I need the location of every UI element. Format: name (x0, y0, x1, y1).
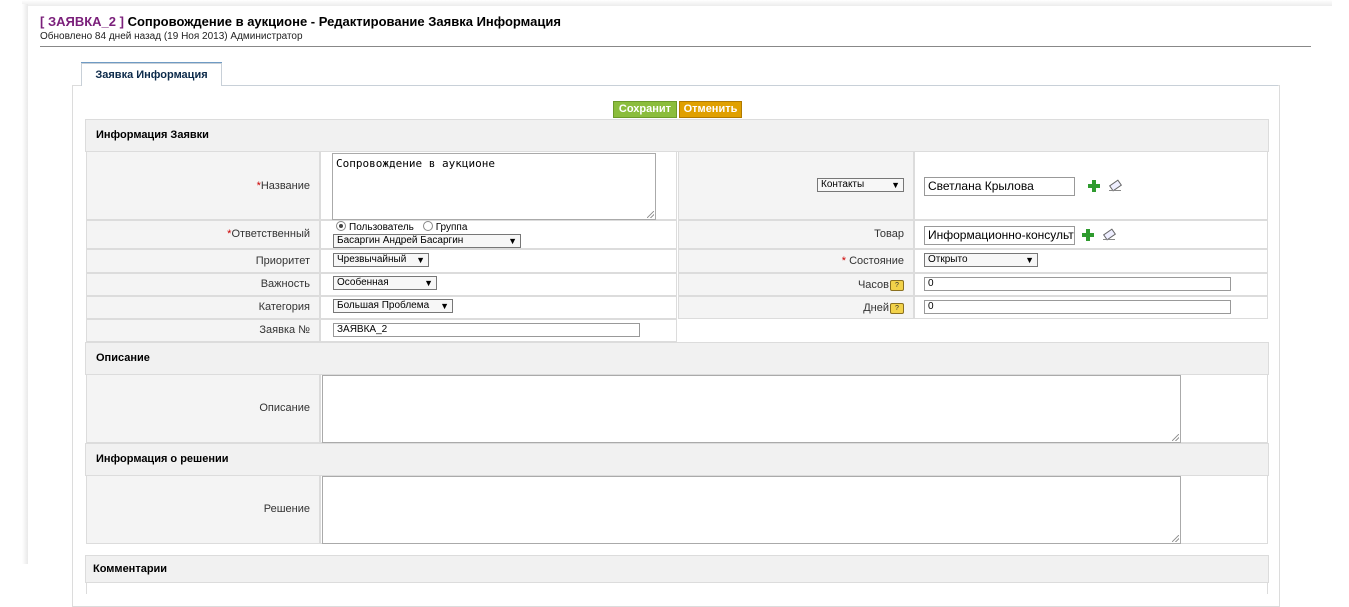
assigned-radio-group: Пользователь Группа (336, 221, 467, 233)
status-select[interactable]: Открыто ▼ (924, 253, 1038, 267)
chevron-down-icon: ▼ (424, 278, 433, 288)
solution-label-cell: Решение (86, 475, 320, 544)
category-value: Большая Проблема (337, 300, 430, 311)
page-title: [ ЗАЯВКА_2 ] Сопровождение в аукционе - … (40, 14, 561, 29)
hours-input[interactable]: 0 (924, 277, 1231, 291)
section-description: Описание (85, 342, 1269, 375)
status-label: Состояние (849, 255, 904, 267)
severity-value: Особенная (337, 277, 389, 288)
name-text: Сопровождение в аукционе (336, 157, 495, 170)
product-input[interactable]: Информационно-консульт (924, 226, 1075, 245)
hours-label-cell: Часов? (678, 273, 914, 296)
header-divider (40, 46, 1311, 47)
resize-grip-icon[interactable] (1172, 535, 1179, 542)
ticket-no-label: Заявка № (259, 324, 310, 336)
severity-label: Важность (260, 278, 310, 290)
chevron-down-icon: ▼ (1025, 255, 1034, 265)
severity-select[interactable]: Особенная ▼ (333, 276, 437, 290)
assigned-user-value: Басаргин Андрей Басаргин (337, 235, 464, 246)
section-comments: Комментарии (85, 555, 1269, 583)
name-label-cell: *Название (86, 151, 320, 220)
solution-textarea[interactable] (322, 476, 1181, 544)
name-label: Название (260, 180, 310, 192)
title-text: Сопровождение в аукционе - Редактировани… (127, 14, 561, 29)
assigned-label: Ответственный (231, 228, 310, 240)
ticket-no-input[interactable]: ЗАЯВКА_2 (333, 323, 640, 337)
radio-group[interactable] (422, 221, 433, 231)
hours-label: Часов (857, 279, 889, 291)
tab-ticket-info[interactable]: Заявка Информация (81, 63, 222, 86)
related-type-value: Контакты (821, 179, 865, 190)
required-mark: * (841, 255, 847, 267)
status-value: Открыто (928, 254, 968, 265)
related-type-select[interactable]: Контакты ▼ (817, 178, 904, 192)
frame-shadow-left (22, 4, 28, 564)
chevron-down-icon: ▼ (440, 301, 449, 311)
status-label-cell: * Состояние (678, 249, 914, 273)
section-resolution: Информация о решении (85, 443, 1269, 476)
solution-label: Решение (263, 503, 310, 515)
add-product-icon[interactable] (1082, 229, 1094, 241)
resize-grip-icon[interactable] (647, 211, 654, 218)
section-ticket-info: Информация Заявки (85, 119, 1269, 152)
help-icon[interactable]: ? (890, 303, 904, 314)
priority-select[interactable]: Чрезвычайный ▼ (333, 253, 429, 267)
assigned-label-cell: *Ответственный (86, 220, 320, 249)
severity-label-cell: Важность (86, 273, 320, 296)
radio-user-label: Пользователь (349, 222, 414, 233)
ticket-no-label-cell: Заявка № (86, 319, 320, 342)
description-label: Описание (259, 402, 310, 414)
product-label-cell: Товар (678, 220, 914, 249)
days-label: Дней (863, 302, 889, 314)
priority-value: Чрезвычайный (337, 254, 407, 265)
resize-grip-icon[interactable] (1172, 434, 1179, 441)
help-icon[interactable]: ? (890, 280, 904, 291)
category-label: Категория (258, 301, 310, 313)
priority-label: Приоритет (255, 255, 310, 267)
product-label: Товар (874, 228, 904, 240)
tab-panel-top-line (222, 85, 1278, 86)
radio-group-label: Группа (435, 222, 468, 233)
frame-shadow-top (22, 0, 1332, 6)
description-textarea[interactable] (322, 375, 1181, 443)
priority-label-cell: Приоритет (86, 249, 320, 273)
comments-body (86, 582, 1268, 594)
radio-user[interactable] (336, 221, 346, 231)
save-button[interactable]: Сохранит (613, 101, 677, 118)
chevron-down-icon: ▼ (891, 180, 900, 190)
record-id: [ ЗАЯВКА_2 ] (40, 14, 124, 29)
name-textarea[interactable]: Сопровождение в аукционе (332, 153, 656, 220)
updated-info: Обновлено 84 дней назад (19 Ноя 2013) Ад… (40, 31, 303, 42)
add-contact-icon[interactable] (1088, 180, 1100, 192)
clear-product-icon[interactable] (1103, 230, 1115, 240)
description-label-cell: Описание (86, 374, 320, 443)
chevron-down-icon: ▼ (508, 236, 517, 246)
category-label-cell: Категория (86, 296, 320, 319)
clear-contact-icon[interactable] (1109, 181, 1121, 191)
days-label-cell: Дней? (678, 296, 914, 319)
cancel-button[interactable]: Отменить (679, 101, 742, 118)
assigned-user-select[interactable]: Басаргин Андрей Басаргин ▼ (333, 234, 521, 248)
page-header: [ ЗАЯВКА_2 ] Сопровождение в аукционе - … (40, 14, 561, 42)
chevron-down-icon: ▼ (416, 255, 425, 265)
category-select[interactable]: Большая Проблема ▼ (333, 299, 453, 313)
days-input[interactable]: 0 (924, 300, 1231, 314)
contact-input[interactable]: Светлана Крылова (924, 177, 1075, 196)
